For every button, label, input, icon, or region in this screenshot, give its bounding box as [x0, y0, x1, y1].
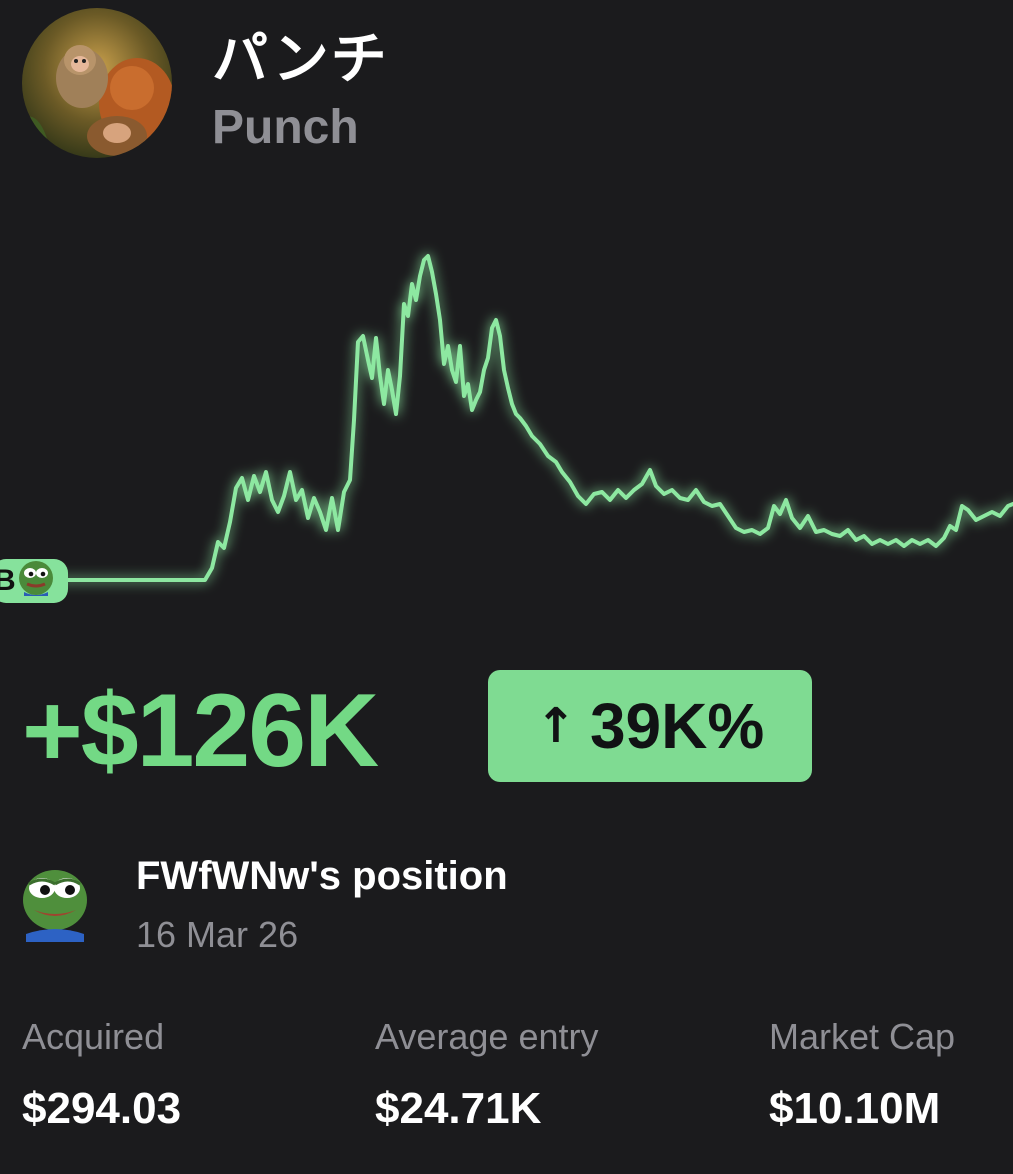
pepe-frog-icon [23, 870, 87, 942]
arrow-up-icon: ↑ [535, 698, 576, 754]
stat-label: Average entry [375, 1016, 599, 1057]
token-name: パンチ [212, 27, 389, 92]
pnl-amount: +$126K [22, 673, 379, 789]
stat-value: $10.10M [769, 1084, 941, 1133]
position-date: 16 Mar 26 [136, 914, 299, 955]
price-chart [38, 254, 1013, 582]
token-symbol: Punch [212, 101, 359, 154]
percent-change-value: 39K% [589, 690, 765, 762]
price-line [38, 254, 1013, 582]
percent-change-badge: ↑ 39K% [488, 670, 812, 782]
stat-label: Market Cap [769, 1016, 956, 1057]
stat-value: $24.71K [375, 1084, 542, 1133]
position-title: FWfWNw's position [136, 854, 508, 898]
monkey-avatar-icon [22, 8, 172, 158]
buy-marker-label: B [0, 564, 16, 597]
stat-average-entry: Average entry $24.71K [375, 1016, 598, 1134]
stat-label: Acquired [22, 1016, 165, 1057]
stat-value: $294.03 [22, 1084, 182, 1133]
pepe-frog-icon [19, 561, 53, 596]
token-avatar [22, 8, 172, 158]
stat-acquired: Acquired $294.03 [22, 1016, 181, 1134]
stat-market-cap: Market Cap $10.10M [769, 1016, 955, 1134]
